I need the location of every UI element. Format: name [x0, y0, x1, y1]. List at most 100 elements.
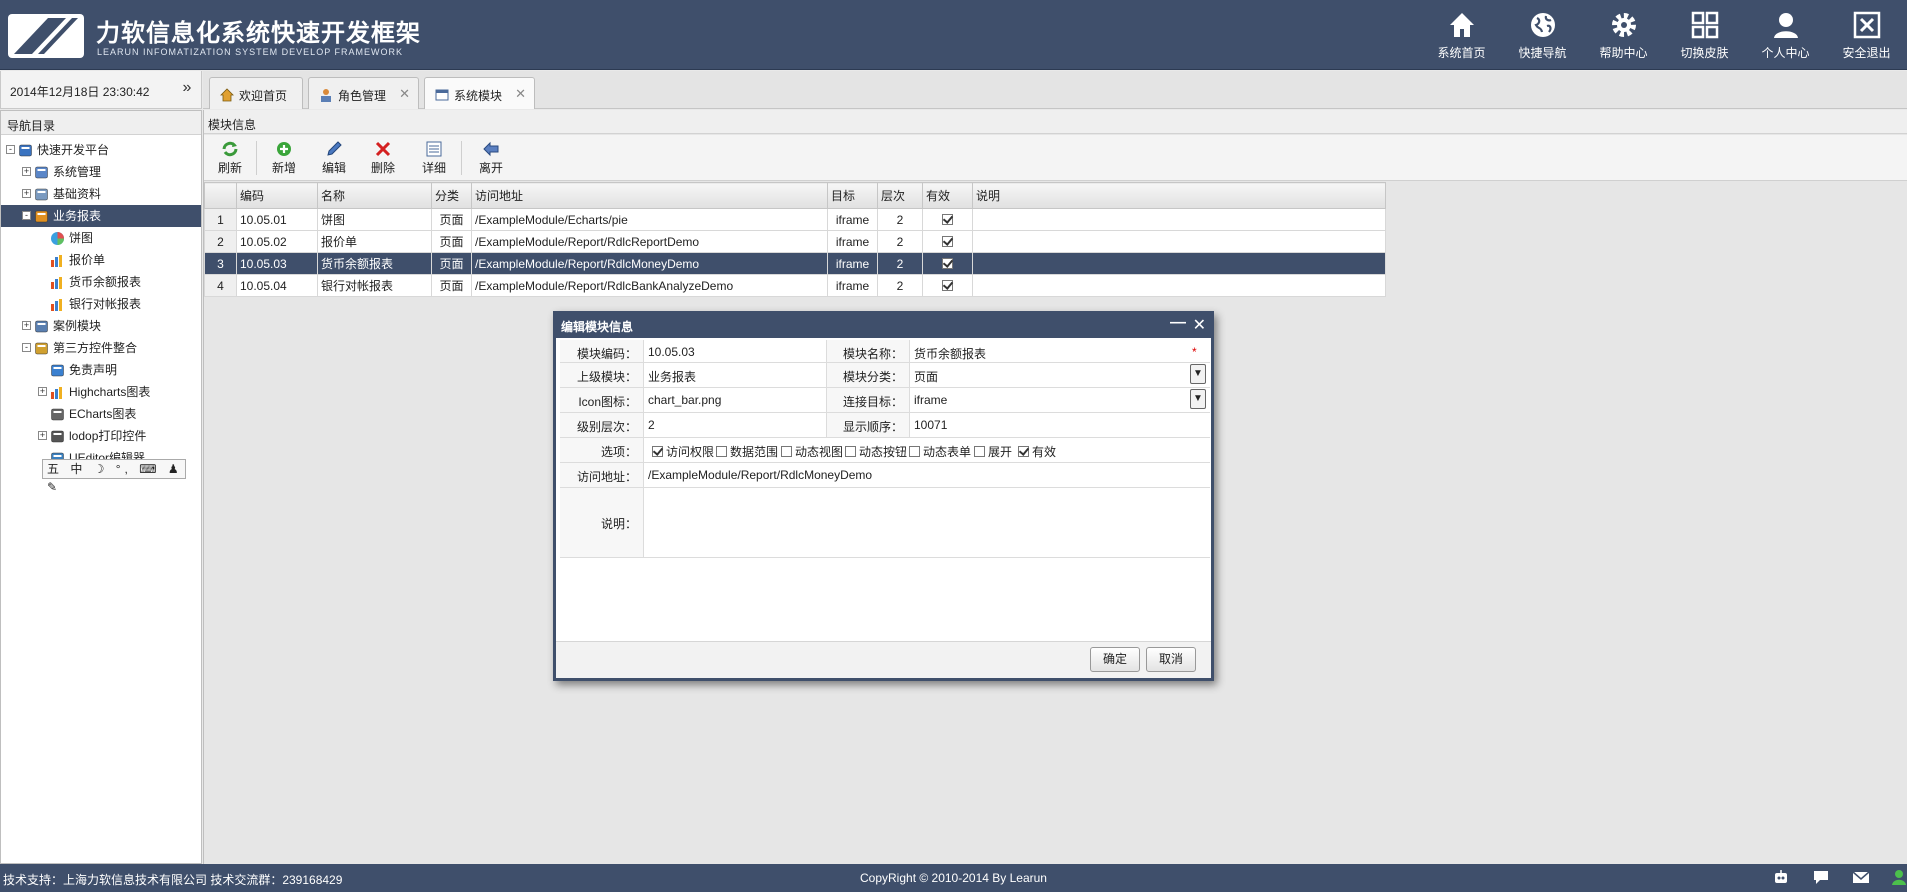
- sidebar-item[interactable]: 饼图: [1, 227, 201, 249]
- column-header-valid[interactable]: 有效: [922, 182, 973, 209]
- checkbox-icon[interactable]: [716, 446, 727, 457]
- sidebar-item[interactable]: + lodop打印控件: [1, 425, 201, 447]
- sidebar-item[interactable]: ECharts图表: [1, 403, 201, 425]
- sidebar-item[interactable]: + Highcharts图表: [1, 381, 201, 403]
- column-header-target[interactable]: 目标: [827, 182, 878, 209]
- table-row[interactable]: 3 10.05.03 货币余额报表 页面/ExampleModule/Report/R…: [204, 252, 1386, 275]
- chevron-down-icon[interactable]: ▼: [1190, 389, 1206, 409]
- edit-button[interactable]: 编辑: [310, 139, 358, 177]
- collapse-sidebar-button[interactable]: »: [177, 78, 197, 100]
- name-field[interactable]: 货币余额报表: [914, 340, 986, 362]
- add-button[interactable]: 新增: [260, 139, 308, 177]
- column-header-code[interactable]: 编码: [236, 182, 318, 209]
- chat-icon[interactable]: [1812, 869, 1830, 885]
- ok-button[interactable]: 确定: [1090, 647, 1140, 672]
- category-select[interactable]: 页面: [914, 363, 938, 385]
- column-header-name[interactable]: 名称: [317, 182, 432, 209]
- sidebar-item[interactable]: - 快速开发平台: [1, 139, 201, 161]
- sidebar-item[interactable]: + 系统管理: [1, 161, 201, 183]
- sidebar-item[interactable]: + 案例模块: [1, 315, 201, 337]
- sidebar-item[interactable]: 免责声明: [1, 359, 201, 381]
- checkbox-icon[interactable]: [652, 446, 663, 457]
- nav-quick-button[interactable]: 快捷导航: [1502, 0, 1583, 70]
- table-row[interactable]: 1 10.05.01 饼图 页面/ExampleModule/Echarts/pie i…: [204, 208, 1386, 231]
- nav-help-button[interactable]: 帮助中心: [1583, 0, 1664, 70]
- checkbox-icon[interactable]: [781, 446, 792, 457]
- delete-button[interactable]: 删除: [359, 139, 407, 177]
- table-row[interactable]: 2 10.05.02 报价单 页面/ExampleModule/Report/Rdlc…: [204, 230, 1386, 253]
- tab-module-label: 系统模块: [454, 89, 503, 103]
- user-online-icon[interactable]: [1890, 869, 1907, 885]
- cancel-button[interactable]: 取消: [1146, 647, 1196, 672]
- option-checkbox[interactable]: 有效: [1018, 443, 1056, 460]
- gear-icon: [1611, 13, 1636, 37]
- nav-home-button[interactable]: 系统首页: [1421, 0, 1502, 70]
- table-row[interactable]: 4 10.05.04 银行对帐报表 页面/ExampleModule/Report/R…: [204, 274, 1386, 297]
- nav-skin-button[interactable]: 切换皮肤: [1664, 0, 1745, 70]
- tab-role-close-icon[interactable]: ✕: [399, 86, 410, 102]
- column-header-url[interactable]: 访问地址: [471, 182, 828, 209]
- collapse-toggle-icon[interactable]: -: [22, 343, 31, 352]
- nav-logout-button[interactable]: 安全退出: [1826, 0, 1907, 70]
- collapse-toggle-icon[interactable]: -: [6, 145, 15, 154]
- tab-strip: 欢迎首页 角色管理 ✕ 系统模块 ✕: [203, 71, 1907, 109]
- checkbox-icon[interactable]: [974, 446, 985, 457]
- form-row: 上级模块： 业务报表 模块分类： 页面 ▼: [560, 363, 1210, 388]
- app-title: 力软信息化系统快速开发框架: [96, 20, 421, 47]
- cell-valid: [922, 252, 973, 275]
- note-textarea[interactable]: [645, 488, 1210, 557]
- checkbox-icon[interactable]: [1018, 446, 1029, 457]
- dialog-title-bar[interactable]: 编辑模块信息 — ✕: [556, 314, 1211, 338]
- parent-field[interactable]: 业务报表: [648, 363, 696, 385]
- sidebar-item[interactable]: 报价单: [1, 249, 201, 271]
- add-icon: [277, 142, 291, 156]
- icon-field[interactable]: chart_bar.png: [648, 388, 721, 407]
- target-select[interactable]: iframe: [914, 388, 947, 407]
- option-checkbox[interactable]: 展开: [974, 443, 1012, 460]
- row-number: 3: [204, 252, 237, 275]
- expand-toggle-icon[interactable]: +: [38, 387, 47, 396]
- sidebar-item-label: 银行对帐报表: [69, 297, 142, 311]
- module-grid: 编码 名称 分类 访问地址 目标 层次 有效 说明 1 10.05.01 饼图 页面 /…: [204, 182, 1386, 297]
- printer-icon: [51, 430, 64, 443]
- expand-toggle-icon[interactable]: +: [22, 167, 31, 176]
- leave-button[interactable]: 离开: [467, 139, 515, 177]
- column-header-type[interactable]: 分类: [431, 182, 472, 209]
- robot-icon[interactable]: [1772, 869, 1790, 885]
- tab-module-close-icon[interactable]: ✕: [515, 86, 526, 102]
- expand-toggle-icon[interactable]: +: [38, 431, 47, 440]
- checkbox-icon[interactable]: [909, 446, 920, 457]
- nav-profile-button[interactable]: 个人中心: [1745, 0, 1826, 70]
- chevron-down-icon[interactable]: ▼: [1190, 364, 1206, 384]
- level-field[interactable]: 2: [648, 413, 655, 432]
- option-checkbox[interactable]: 访问权限: [652, 443, 714, 460]
- sidebar-item[interactable]: 货币余额报表: [1, 271, 201, 293]
- option-checkbox[interactable]: 动态视图: [781, 443, 843, 460]
- order-field[interactable]: 10071: [914, 413, 947, 432]
- checkbox-icon[interactable]: [845, 446, 856, 457]
- sidebar-item[interactable]: + 基础资料: [1, 183, 201, 205]
- expand-toggle-icon[interactable]: +: [22, 189, 31, 198]
- mail-icon[interactable]: [1852, 869, 1870, 885]
- minimize-icon[interactable]: —: [1170, 314, 1186, 332]
- cell-url: /ExampleModule/Report/RdlcMoneyDemo: [471, 252, 828, 275]
- sidebar-item[interactable]: - 第三方控件整合: [1, 337, 201, 359]
- refresh-button[interactable]: 刷新: [206, 139, 254, 177]
- sidebar-item[interactable]: 银行对帐报表: [1, 293, 201, 315]
- tab-welcome[interactable]: 欢迎首页: [209, 77, 303, 109]
- option-checkbox[interactable]: 动态表单: [909, 443, 971, 460]
- detail-button[interactable]: 详细: [410, 139, 458, 177]
- column-header-note[interactable]: 说明: [972, 182, 1386, 209]
- sidebar-item[interactable]: - 业务报表: [1, 205, 201, 227]
- option-checkbox[interactable]: 动态按钮: [845, 443, 907, 460]
- option-checkbox[interactable]: 数据范围: [716, 443, 778, 460]
- ime-toolbar[interactable]: 五 中 ☽ °, ⌨ ♟ ✎: [42, 459, 186, 494]
- code-field[interactable]: 10.05.03: [648, 340, 695, 359]
- collapse-toggle-icon[interactable]: -: [22, 211, 31, 220]
- close-icon[interactable]: ✕: [1193, 315, 1206, 335]
- tab-role[interactable]: 角色管理 ✕: [308, 77, 419, 109]
- url-field[interactable]: /ExampleModule/Report/RdlcMoneyDemo: [648, 463, 872, 482]
- tab-module[interactable]: 系统模块 ✕: [424, 77, 535, 109]
- expand-toggle-icon[interactable]: +: [22, 321, 31, 330]
- column-header-level[interactable]: 层次: [877, 182, 923, 209]
